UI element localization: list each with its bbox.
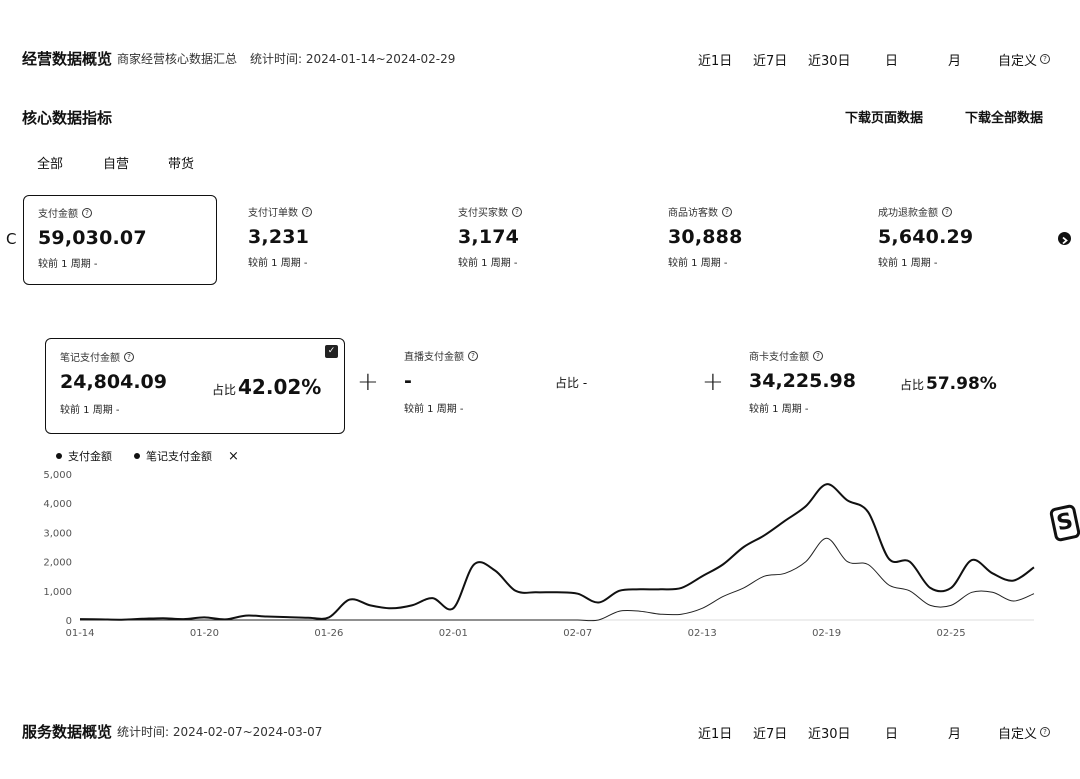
chevron-right-icon [1062,236,1068,245]
help-icon: ? [813,350,823,361]
info-icon: ? [1040,54,1050,64]
breakdown-card-live[interactable]: 直播支付金额? - 占比 - 较前 1 周期 - [390,338,688,434]
help-icon: ? [468,350,478,361]
metric-compare: 较前 1 周期 - [878,258,938,269]
y-tick-label: 2,000 [43,558,72,569]
metric-label: 支付金额 [38,209,78,220]
core-title: 核心数据指标 [22,109,113,127]
breakdown-share: 占比 - [555,374,587,391]
service-range-month[interactable]: 月 [948,723,961,742]
metric-label: 成功退款金额 [878,208,938,219]
metric-compare: 较前 1 周期 - [668,258,728,269]
x-tick-label: 01-20 [190,628,219,639]
metric-compare: 较前 1 周期 - [38,259,98,270]
stat-time: 统计时间: 2024-01-14~2024-02-29 [250,52,456,66]
x-tick-label: 01-14 [65,628,94,639]
metric-card-refund[interactable]: 成功退款金额? 5,640.29 较前 1 周期 - [864,195,1059,285]
series-line-pay [79,483,1035,621]
download-page-button[interactable]: 下载页面数据 [845,107,923,126]
tab-self[interactable]: 自营 [103,153,129,172]
y-tick-label: 0 [66,616,72,627]
x-tick-label: 01-26 [314,628,343,639]
share-value: 57.98% [926,374,997,394]
help-icon: ? [124,351,134,362]
metric-label: 支付买家数 [458,208,508,219]
range-7d[interactable]: 近7日 [753,50,787,69]
metric-value: 59,030.07 [38,227,147,249]
breakdown-compare: 较前 1 周期 - [749,404,809,415]
share-label: 占比 [212,383,237,397]
x-tick-label: 02-13 [688,628,717,639]
breakdown-label: 笔记支付金额 [60,353,120,364]
breakdown-compare: 较前 1 周期 - [60,405,120,416]
breakdown-card-product[interactable]: 商卡支付金额? 34,225.98 占比 57.98% 较前 1 周期 - [735,338,1035,434]
series-line-note-pay [79,537,1035,622]
share-label: 占比 [900,378,925,392]
service-title: 服务数据概览 [22,723,113,741]
breakdown-label: 直播支付金额 [404,352,464,363]
y-tick-label: 5,000 [43,470,72,481]
range-day[interactable]: 日 [885,50,898,69]
x-tick-label: 02-25 [937,628,966,639]
tab-all[interactable]: 全部 [37,153,63,172]
download-all-button[interactable]: 下载全部数据 [965,107,1043,126]
metric-label: 支付订单数 [248,208,298,219]
metric-compare: 较前 1 周期 - [248,258,308,269]
page-title: 经营数据概览 [22,50,113,68]
plus-icon: + [702,367,724,397]
help-icon: ? [722,206,732,217]
x-tick-label: 02-19 [812,628,841,639]
carousel-prev-button[interactable]: C [6,230,16,248]
breakdown-value: - [404,370,412,392]
line-chart: 0 1,000 2,000 3,000 4,000 5,000 01-14 01-20 01-2… [43,470,1035,639]
help-icon: ? [302,206,312,217]
help-icon: ? [82,207,92,218]
help-icon: ? [942,206,952,217]
service-time: 统计时间: 2024-02-07~2024-03-07 [117,725,323,739]
metric-value: 3,231 [248,226,310,248]
y-tick-label: 1,000 [43,587,72,598]
service-range-1d[interactable]: 近1日 [698,723,732,742]
checked-icon[interactable]: ✓ [325,345,338,358]
y-tick-label: 4,000 [43,499,72,510]
plus-icon: + [357,367,379,397]
breakdown-compare: 较前 1 周期 - [404,404,464,415]
range-month[interactable]: 月 [948,50,961,69]
breakdown-card-note[interactable]: 笔记支付金额? 24,804.09 占比 42.02% 较前 1 周期 - [45,338,345,434]
info-icon: ? [1040,727,1050,737]
breakdown-share: 占比 57.98% [900,374,997,394]
share-value: 42.02% [238,375,322,399]
legend-dot [56,453,62,459]
x-tick-label: 02-07 [563,628,592,639]
range-30d[interactable]: 近30日 [808,50,851,69]
page-subtitle: 商家经营核心数据汇总 [117,52,238,66]
x-tick-label: 02-01 [439,628,468,639]
metric-card-pay-amount[interactable]: 支付金额? 59,030.07 较前 1 周期 - [23,195,217,285]
metric-value: 5,640.29 [878,226,974,248]
share-label: 占比 [555,376,580,390]
breakdown-share: 占比 42.02% [212,375,321,399]
service-range-30d[interactable]: 近30日 [808,723,851,742]
range-custom[interactable]: 自定义 [998,50,1037,69]
service-range-custom[interactable]: 自定义 [998,723,1037,742]
service-range-day[interactable]: 日 [885,723,898,742]
tab-affiliate[interactable]: 带货 [168,153,194,172]
y-tick-label: 3,000 [43,528,72,539]
metric-card-orders[interactable]: 支付订单数? 3,231 较前 1 周期 - [234,195,429,285]
metric-card-buyers[interactable]: 支付买家数? 3,174 较前 1 周期 - [444,195,639,285]
metric-value: 3,174 [458,226,520,248]
metric-card-visitors[interactable]: 商品访客数? 30,888 较前 1 周期 - [654,195,849,285]
breakdown-label: 商卡支付金额 [749,352,809,363]
share-value: - [582,376,588,390]
metric-label: 商品访客数 [668,208,718,219]
range-1d[interactable]: 近1日 [698,50,732,69]
metric-value: 30,888 [668,226,743,248]
service-range-7d[interactable]: 近7日 [753,723,787,742]
legend-dot [134,453,140,459]
carousel-next-button[interactable] [1058,232,1071,245]
help-icon: ? [512,206,522,217]
metric-compare: 较前 1 周期 - [458,258,518,269]
